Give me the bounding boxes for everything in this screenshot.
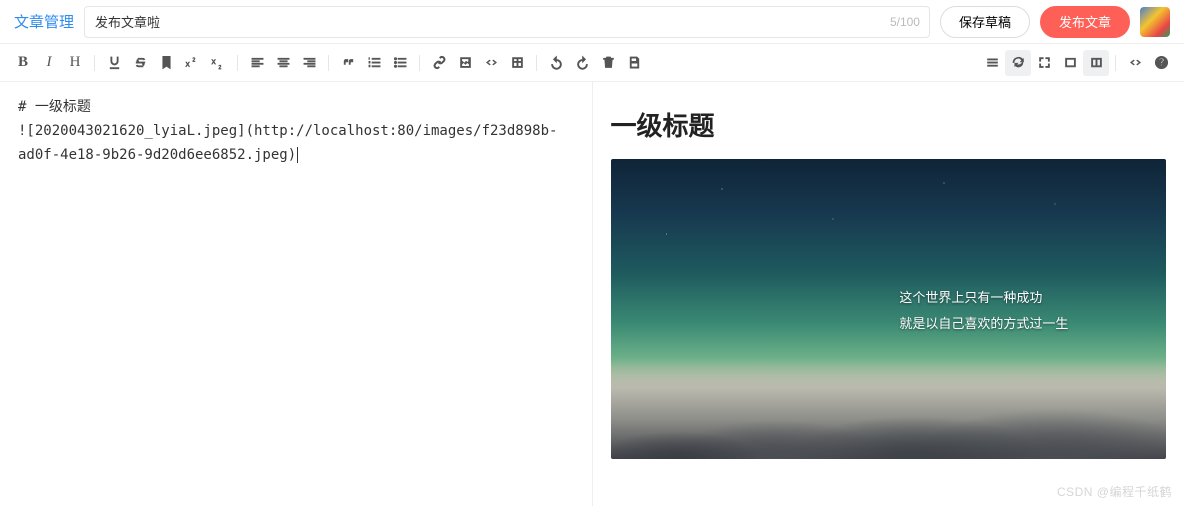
watermark: CSDN @编程千纸鹤 [1057, 483, 1172, 500]
help-button[interactable] [1148, 50, 1174, 76]
split-view-button[interactable] [1083, 50, 1109, 76]
italic-button[interactable]: I [36, 50, 62, 76]
preview-image: 这个世界上只有一种成功 就是以自己喜欢的方式过一生 [611, 159, 1167, 459]
svg-text:2: 2 [192, 57, 195, 63]
toolbar-right [979, 50, 1174, 76]
svg-text:x: x [211, 57, 215, 66]
avatar[interactable] [1140, 7, 1170, 37]
toolbar-separator [237, 55, 238, 71]
preview-pane: 一级标题 这个世界上只有一种成功 就是以自己喜欢的方式过一生 [593, 82, 1184, 506]
html-preview-button[interactable] [1122, 50, 1148, 76]
toolbar-separator [94, 55, 95, 71]
bold-button[interactable]: B [10, 50, 36, 76]
title-input-wrap: 5/100 [84, 6, 930, 38]
toolbar-separator [328, 55, 329, 71]
image-caption: 这个世界上只有一种成功 就是以自己喜欢的方式过一生 [899, 285, 1068, 337]
fullscreen-button[interactable] [1031, 50, 1057, 76]
ordered-list-button[interactable] [361, 50, 387, 76]
char-counter: 5/100 [890, 6, 920, 38]
source-line: ![2020043021620_lyiaL.jpeg](http://local… [18, 120, 574, 168]
quote-button[interactable] [335, 50, 361, 76]
stars-overlay [611, 159, 1167, 459]
svg-text:2: 2 [218, 65, 221, 70]
align-left-button[interactable] [244, 50, 270, 76]
image-caption-line: 就是以自己喜欢的方式过一生 [899, 311, 1068, 337]
save-draft-button[interactable]: 保存草稿 [940, 6, 1030, 38]
redo-button[interactable] [569, 50, 595, 76]
underline-button[interactable] [101, 50, 127, 76]
toolbar: B I H x2 x2 [0, 44, 1184, 82]
source-line: # 一级标题 [18, 96, 574, 120]
superscript-button[interactable]: x2 [179, 50, 205, 76]
markdown-source-pane[interactable]: # 一级标题 ![2020043021620_lyiaL.jpeg](http:… [0, 82, 593, 506]
read-mode-button[interactable] [1057, 50, 1083, 76]
bookmark-button[interactable] [153, 50, 179, 76]
preview-heading: 一级标题 [611, 106, 1167, 143]
align-center-button[interactable] [270, 50, 296, 76]
toolbar-separator [536, 55, 537, 71]
image-button[interactable] [452, 50, 478, 76]
text-cursor [297, 147, 298, 163]
header: 文章管理 5/100 保存草稿 发布文章 [0, 0, 1184, 44]
svg-text:x: x [185, 59, 189, 68]
table-button[interactable] [504, 50, 530, 76]
strikethrough-button[interactable] [127, 50, 153, 76]
toolbar-separator [1115, 55, 1116, 71]
publish-button[interactable]: 发布文章 [1040, 6, 1130, 38]
title-input[interactable] [84, 6, 930, 38]
save-button[interactable] [621, 50, 647, 76]
toolbar-left: B I H x2 x2 [10, 50, 647, 76]
editor-split: # 一级标题 ![2020043021620_lyiaL.jpeg](http:… [0, 82, 1184, 506]
image-caption-line: 这个世界上只有一种成功 [899, 285, 1068, 311]
link-button[interactable] [426, 50, 452, 76]
toolbar-separator [419, 55, 420, 71]
code-button[interactable] [478, 50, 504, 76]
align-right-button[interactable] [296, 50, 322, 76]
brand-link[interactable]: 文章管理 [14, 11, 74, 32]
heading-button[interactable]: H [62, 50, 88, 76]
subscript-button[interactable]: x2 [205, 50, 231, 76]
unordered-list-button[interactable] [387, 50, 413, 76]
trash-button[interactable] [595, 50, 621, 76]
sync-scroll-button[interactable] [1005, 50, 1031, 76]
undo-button[interactable] [543, 50, 569, 76]
toc-button[interactable] [979, 50, 1005, 76]
